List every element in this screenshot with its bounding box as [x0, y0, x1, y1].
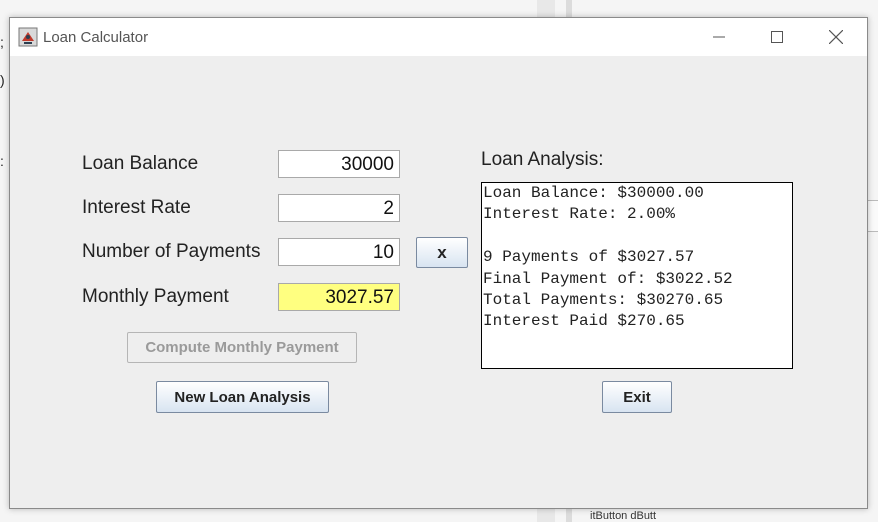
close-button[interactable] [807, 18, 865, 56]
new-loan-analysis-button[interactable]: New Loan Analysis [156, 381, 329, 413]
compute-monthly-payment-button[interactable]: Compute Monthly Payment [127, 332, 357, 363]
loan-balance-input[interactable]: 30000 [278, 150, 400, 178]
minimize-button[interactable] [690, 18, 748, 56]
analysis-line: Final Payment of: $3022.52 [483, 269, 733, 288]
analysis-line: Total Payments: $30270.65 [483, 290, 724, 309]
monthly-payment-label: Monthly Payment [82, 286, 229, 307]
number-of-payments-input[interactable]: 10 [278, 238, 400, 266]
analysis-line: 9 Payments of $3027.57 [483, 248, 695, 267]
analysis-line: Interest Paid $270.65 [483, 312, 685, 331]
maximize-button[interactable] [748, 18, 806, 56]
maximize-icon [771, 31, 783, 43]
background-glyph: ) [0, 72, 5, 88]
background-glyph: ; [0, 34, 4, 50]
number-of-payments-label: Number of Payments [82, 241, 261, 262]
background-code-text: itButton dButt [590, 510, 657, 522]
loan-analysis-title: Loan Analysis: [481, 149, 604, 170]
clear-payments-button[interactable]: x [416, 237, 468, 268]
loan-analysis-textarea[interactable]: Loan Balance: $30000.00 Interest Rate: 2… [481, 182, 793, 369]
analysis-line: Loan Balance: $30000.00 [483, 184, 704, 202]
analysis-line: Interest Rate: 2.00% [483, 205, 676, 224]
interest-rate-input[interactable]: 2 [278, 194, 400, 222]
java-app-icon [18, 27, 38, 47]
window-content: Loan Balance 30000 Interest Rate 2 Numbe… [10, 56, 867, 508]
exit-button[interactable]: Exit [602, 381, 672, 413]
monthly-payment-output: 3027.57 [278, 283, 400, 311]
loan-calculator-window: Loan Calculator Loan Balance 30000 Inter… [9, 17, 868, 509]
title-bar[interactable]: Loan Calculator [10, 18, 867, 56]
loan-balance-label: Loan Balance [82, 153, 199, 174]
interest-rate-label: Interest Rate [82, 197, 191, 218]
window-title: Loan Calculator [43, 29, 149, 46]
analysis-line [483, 226, 792, 247]
minimize-icon [713, 36, 725, 38]
background-glyph: : [0, 153, 4, 169]
close-icon [829, 30, 843, 44]
